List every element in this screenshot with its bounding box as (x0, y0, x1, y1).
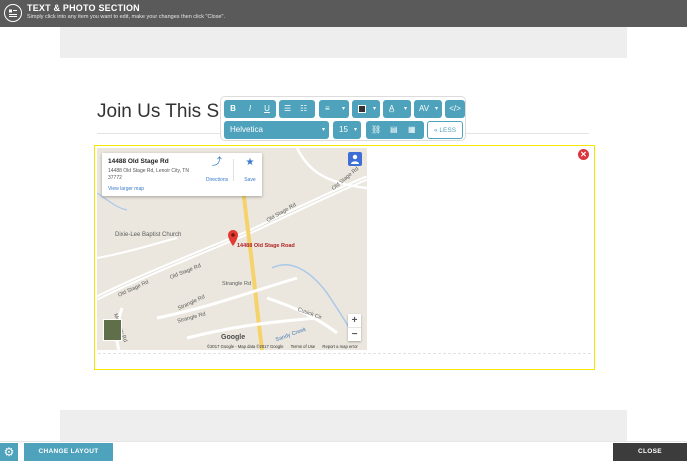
page-band-top (60, 27, 627, 58)
dashed-divider (98, 353, 591, 354)
bullet-list-icon[interactable]: ☰ (284, 100, 291, 118)
text-height-icon: A̲ (389, 104, 395, 113)
letter-spacing-icon: AV (419, 104, 430, 113)
map-pin-label: 14488 Old Stage Road (237, 243, 295, 249)
delete-icon[interactable]: ✕ (578, 149, 589, 160)
zoom-out-button[interactable]: − (348, 328, 361, 341)
font-size-value: 15 (339, 125, 348, 134)
list-group: ☰ ☷ (279, 100, 315, 118)
map-street-label: Strangle Rd (222, 281, 252, 287)
font-family-select[interactable]: Helvetica ▾ (224, 121, 329, 139)
zoom-in-button[interactable]: + (348, 314, 361, 327)
text-color-icon (358, 105, 366, 113)
underline-button[interactable]: U (259, 100, 275, 118)
code-icon: </> (449, 104, 461, 113)
video-icon[interactable]: ▤ (390, 121, 398, 139)
save-button[interactable]: ★ Save (240, 157, 260, 186)
directions-button[interactable]: ⤴ Directions (204, 157, 230, 186)
header-title: TEXT & PHOTO SECTION (27, 3, 140, 13)
top-header: TEXT & PHOTO SECTION Simply click into a… (0, 0, 687, 27)
chevron-down-icon: ▾ (372, 106, 376, 112)
page-band-bottom (60, 410, 627, 441)
close-button[interactable]: CLOSE (613, 443, 687, 461)
zoom-control[interactable]: + − (348, 314, 361, 341)
change-layout-button[interactable]: CHANGE LAYOUT (24, 443, 113, 461)
header-subtitle: Simply click into any item you want to e… (27, 14, 226, 20)
link-icon[interactable]: ⛓ (371, 121, 381, 139)
section-heading[interactable]: Join Us This Sun (97, 101, 240, 123)
text-format-toolbar: B I U ☰ ☷ ≡ ▾ ▾ A̲ ▾ AV ▾ </> Helvetica ▾ 15… (220, 96, 466, 141)
numbered-list-icon[interactable]: ☷ (300, 100, 307, 118)
map-place-address: 14488 Old Stage Rd, Lenoir City, TN 3777… (108, 168, 189, 181)
directions-icon: ⤴ (212, 157, 222, 168)
code-view-button[interactable]: </> (445, 100, 465, 118)
section-logo-icon (4, 4, 22, 22)
map-attribution: ©2017 Google - Map data ©2017 Google (207, 344, 284, 349)
street-view-person-icon[interactable] (348, 152, 362, 166)
color-dropdown[interactable]: ▾ (352, 100, 380, 118)
embedded-map[interactable]: Dixie-Lee Baptist Church Old Stage Rd Ol… (97, 148, 367, 350)
directions-label: Directions (205, 177, 229, 183)
align-icon: ≡ (325, 104, 330, 113)
letter-spacing-dropdown[interactable]: AV ▾ (414, 100, 442, 118)
less-button[interactable]: « LESS (427, 121, 463, 139)
chevron-down-icon: ▾ (341, 106, 345, 112)
font-size-select[interactable]: 15 ▾ (333, 121, 361, 139)
map-info-card: 14488 Old Stage Rd 14488 Old Stage Rd, L… (102, 153, 262, 196)
terms-link[interactable]: Terms of Use (291, 344, 316, 349)
star-icon: ★ (245, 157, 255, 168)
save-label: Save (244, 177, 256, 183)
map-poi-label: Dixie-Lee Baptist Church (115, 232, 182, 238)
chevron-down-icon: ▾ (353, 127, 357, 133)
satellite-toggle[interactable] (103, 319, 122, 341)
view-larger-map-link[interactable]: View larger map (108, 186, 144, 192)
insert-group: ⛓ ▤ ▦ (366, 121, 424, 139)
report-error-link[interactable]: Report a map error (322, 344, 357, 349)
chevron-down-icon: ▾ (321, 127, 325, 133)
chevron-down-icon: ▾ (403, 106, 407, 112)
double-chevron-up-icon: « (433, 127, 438, 134)
map-footer: ©2017 Google - Map data ©2017 Google Ter… (207, 344, 364, 349)
gear-icon[interactable]: ⚙ (0, 443, 18, 461)
less-label: LESS (439, 127, 457, 134)
table-icon[interactable]: ▦ (408, 121, 416, 139)
align-dropdown[interactable]: ≡ ▾ (319, 100, 349, 118)
text-size-dropdown[interactable]: A̲ ▾ (383, 100, 411, 118)
info-divider (233, 159, 234, 181)
google-logo: Google (221, 334, 246, 341)
italic-button[interactable]: I (242, 100, 258, 118)
font-family-value: Helvetica (230, 125, 263, 134)
chevron-down-icon: ▾ (434, 106, 438, 112)
map-place-name: 14488 Old Stage Rd (108, 158, 169, 165)
bold-button[interactable]: B (225, 100, 241, 118)
